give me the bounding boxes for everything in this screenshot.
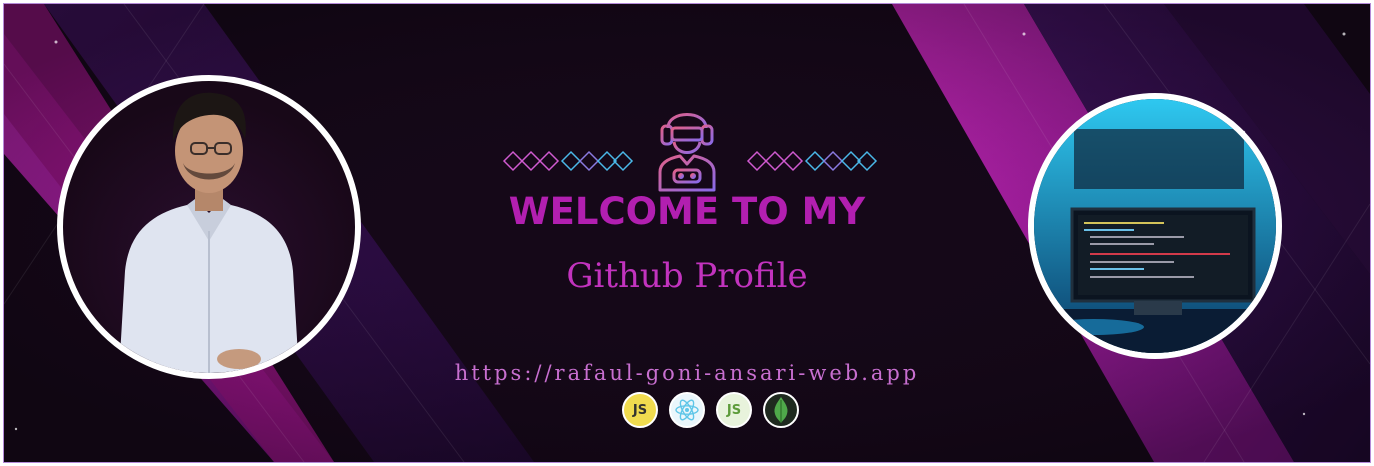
profile-subheading: Github Profile	[566, 256, 808, 296]
diamond-divider-right-icon	[746, 150, 878, 172]
desk-computer-photo-icon	[1034, 99, 1276, 353]
website-link[interactable]: https://rafaul-goni-ansari-web.app	[454, 361, 920, 385]
welcome-headline: WELCOME TO MY	[508, 190, 866, 233]
nodejs-icon: JS	[716, 392, 752, 428]
workspace-avatar	[1028, 93, 1282, 359]
diamond-divider-left-icon	[502, 150, 634, 172]
javascript-icon: JS	[622, 392, 658, 428]
react-icon	[669, 392, 705, 428]
profile-avatar	[57, 75, 361, 379]
tech-stack-row: JS JS	[622, 392, 812, 432]
center-content: WELCOME TO MY Github Profile https://raf…	[454, 4, 920, 462]
mongodb-icon	[763, 392, 799, 428]
gamer-with-headset-icon	[658, 113, 716, 192]
profile-banner: WELCOME TO MY Github Profile https://raf…	[3, 3, 1371, 463]
person-photo-icon	[119, 92, 299, 373]
